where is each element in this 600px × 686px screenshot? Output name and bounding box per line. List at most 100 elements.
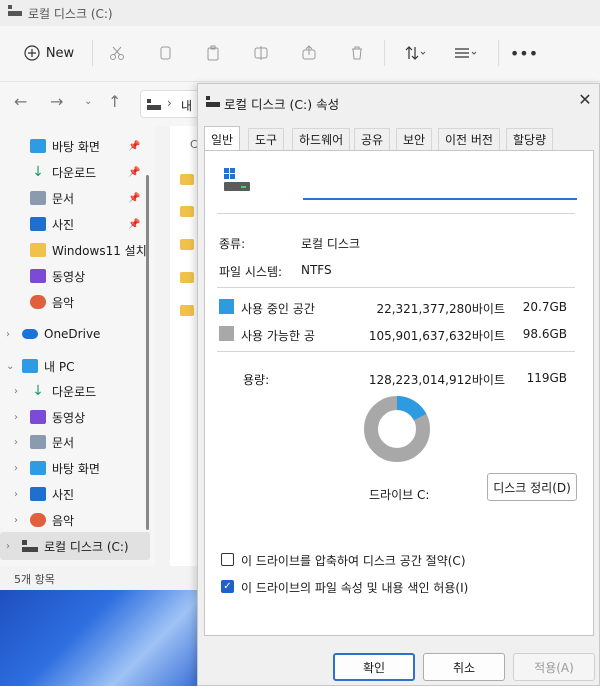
tab-tools[interactable]: 도구 (248, 128, 285, 150)
drive-icon (8, 5, 22, 16)
desktop-icon (30, 461, 46, 475)
disk-cleanup-button[interactable]: 디스크 정리(D) (487, 473, 577, 501)
tab-general[interactable]: 일반 (204, 126, 241, 151)
folder-icon (30, 243, 46, 257)
compress-checkbox[interactable] (221, 553, 234, 566)
sidebar-item-videos[interactable]: 동영상 (30, 264, 85, 288)
pin-icon: 📌 (128, 218, 141, 230)
used-space-swatch (219, 299, 234, 314)
sidebar-item-pc-videos[interactable]: › 동영상 (14, 405, 85, 429)
tab-security[interactable]: 보안 (396, 128, 433, 150)
copy-icon (160, 46, 171, 60)
sidebar-item-pc-pictures[interactable]: › 사진 (14, 482, 74, 506)
divider (217, 287, 575, 288)
sidebar-item-local-disk[interactable]: › 로컬 디스크 (C:) (6, 534, 129, 558)
divider (217, 351, 575, 352)
copy-button[interactable] (152, 36, 178, 70)
sidebar-item-desktop[interactable]: 바탕 화면 📌 (30, 134, 140, 158)
sidebar-item-windows11[interactable]: Windows11 설치 (30, 238, 147, 262)
tab-strip: 일반 도구 하드웨어 공유 보안 이전 버전 할당량 (204, 126, 594, 151)
sidebar-item-label: 음악 (52, 513, 75, 528)
item-count: 5개 항목 (14, 573, 55, 586)
used-space-label: 사용 중인 공간 (241, 302, 315, 316)
sidebar-item-music[interactable]: 음악 (30, 290, 74, 314)
share-button[interactable] (296, 36, 322, 70)
sidebar-item-pc-desktop[interactable]: › 바탕 화면 (14, 456, 100, 480)
drive-icon (22, 540, 38, 552)
sidebar-item-label: 사진 (52, 217, 75, 232)
capacity-label: 용량: (243, 373, 270, 387)
pin-icon: 📌 (128, 140, 141, 152)
sidebar-item-label: 문서 (52, 435, 75, 450)
divider (217, 213, 575, 214)
view-button[interactable] (448, 36, 484, 70)
sidebar-item-label: 바탕 화면 (52, 139, 100, 154)
tab-previous-versions[interactable]: 이전 버전 (438, 128, 500, 150)
sort-icon (405, 46, 426, 60)
back-arrow-icon[interactable]: ← (14, 92, 27, 111)
new-button[interactable]: New (14, 36, 84, 70)
drive-icon (206, 96, 220, 107)
sidebar-item-label: 동영상 (52, 269, 86, 284)
sidebar-item-onedrive[interactable]: › OneDrive (6, 322, 100, 346)
drive-name-input[interactable] (303, 172, 577, 200)
recent-chevron-icon[interactable]: ⌄ (84, 96, 92, 107)
pin-icon: 📌 (128, 166, 141, 178)
cut-button[interactable] (104, 36, 130, 70)
folder-icon[interactable] (180, 272, 194, 283)
chevron-right-icon: › (14, 462, 18, 474)
music-icon (30, 513, 46, 527)
share-icon (302, 45, 316, 60)
breadcrumb[interactable]: 내 (181, 97, 192, 114)
close-icon[interactable]: ✕ (574, 90, 596, 109)
tab-sharing[interactable]: 공유 (354, 128, 391, 150)
delete-button[interactable] (344, 36, 370, 70)
chevron-down-icon: ⌄ (6, 360, 15, 372)
cancel-button[interactable]: 취소 (423, 653, 505, 681)
sidebar-item-label: 음악 (52, 295, 75, 310)
toolbar-divider (384, 40, 385, 66)
used-space-bytes: 22,321,377,280바이트 (376, 302, 505, 316)
sidebar-item-pc-music[interactable]: › 음악 (14, 508, 74, 532)
up-arrow-icon[interactable]: ↑ (108, 92, 121, 111)
sidebar-scrollbar[interactable] (146, 175, 149, 530)
rename-button[interactable] (248, 36, 274, 70)
file-list-pane: C (170, 126, 198, 566)
explorer-toolbar: New ••• (0, 26, 600, 82)
apply-button[interactable]: 적용(A) (513, 653, 595, 681)
forward-arrow-icon[interactable]: → (50, 92, 63, 111)
paste-button[interactable] (200, 36, 226, 70)
sidebar-item-documents[interactable]: 문서 📌 (30, 186, 140, 210)
free-space-swatch (219, 326, 234, 341)
more-options-button[interactable]: ••• (510, 36, 538, 70)
sort-button[interactable] (398, 36, 434, 70)
sidebar-item-pc-documents[interactable]: › 문서 (14, 430, 74, 454)
pc-icon (22, 359, 38, 373)
folder-icon[interactable] (180, 305, 194, 316)
new-button-label: New (45, 45, 75, 61)
folder-icon[interactable] (180, 174, 194, 185)
explorer-title-bar: 로컬 디스크 (C:) (0, 0, 600, 26)
dialog-title: 로컬 디스크 (C:) 속성 (224, 97, 340, 112)
pictures-icon (30, 217, 46, 231)
tab-hardware[interactable]: 하드웨어 (292, 128, 351, 150)
type-label: 종류: (219, 237, 246, 251)
folder-icon[interactable] (180, 206, 194, 217)
sidebar-item-this-pc[interactable]: ⌄ 내 PC (6, 354, 74, 378)
folder-icon[interactable] (180, 239, 194, 250)
tab-quota[interactable]: 할당량 (506, 128, 554, 150)
free-space-size: 98.6GB (522, 327, 567, 341)
sidebar-item-pc-downloads[interactable]: › ↓ 다운로드 (14, 379, 96, 403)
clipboard-icon (207, 45, 219, 61)
sidebar-item-downloads[interactable]: ↓ 다운로드 📌 (30, 160, 140, 184)
pc-icon (147, 99, 161, 110)
used-space-size: 20.7GB (522, 300, 567, 314)
ok-button[interactable]: 확인 (333, 653, 415, 681)
cloud-icon (22, 329, 38, 339)
sidebar-item-pictures[interactable]: 사진 📌 (30, 212, 140, 236)
capacity-bytes: 128,223,014,912바이트 (368, 373, 505, 387)
index-checkbox[interactable]: ✓ (221, 580, 234, 593)
sidebar-item-label: 로컬 디스크 (C:) (44, 539, 129, 554)
properties-dialog: 로컬 디스크 (C:) 속성 ✕ 일반 도구 하드웨어 공유 보안 이전 버전 … (197, 83, 600, 686)
desktop-icon (30, 139, 46, 153)
